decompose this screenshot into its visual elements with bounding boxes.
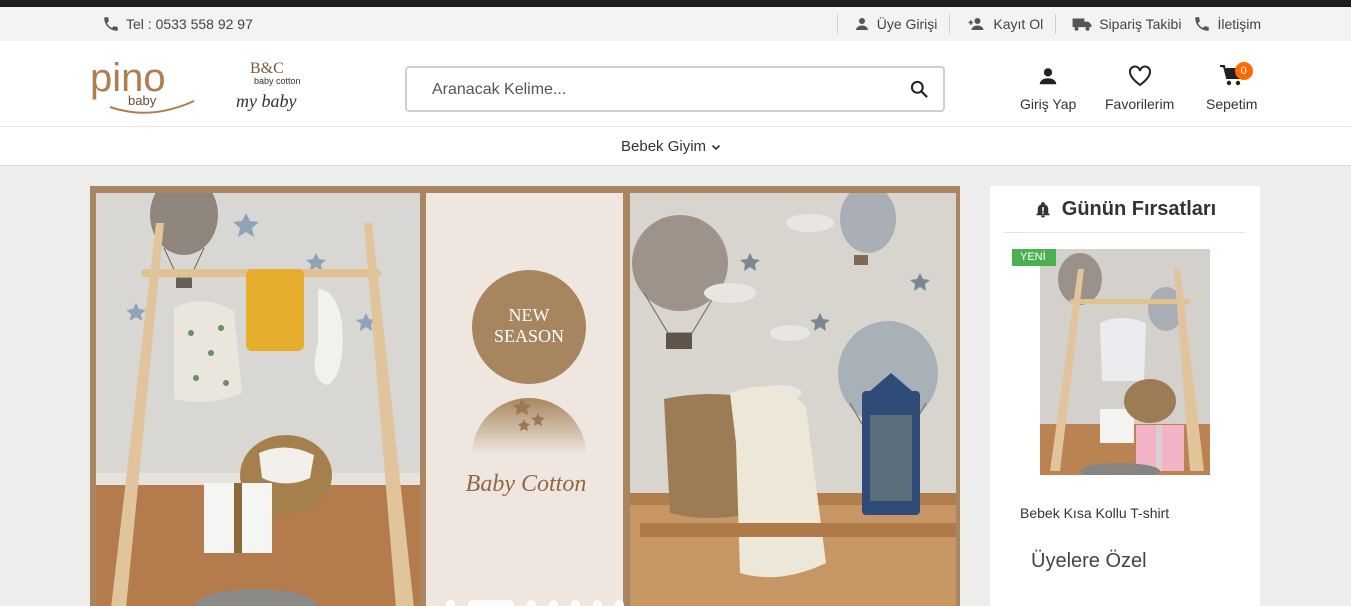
- slider-dot[interactable]: [446, 600, 455, 606]
- top-dark-strip: [0, 0, 1351, 7]
- slider-dot[interactable]: [571, 600, 580, 606]
- contact-label: İletişim: [1217, 16, 1261, 32]
- pino-logo-sub: baby: [128, 93, 157, 108]
- search-input[interactable]: [432, 78, 892, 102]
- user-icon: [855, 18, 868, 30]
- member-login-label: Üye Girişi: [876, 16, 938, 32]
- slide-photo-clothes-rack: [96, 193, 420, 606]
- phone-text: Tel : 0533 558 92 97: [126, 16, 253, 32]
- order-tracking-link[interactable]: Sipariş Takibi: [1055, 14, 1181, 34]
- new-badge: YENİ: [1012, 249, 1056, 266]
- slider-dot[interactable]: [549, 600, 558, 606]
- user-plus-icon: [968, 18, 984, 30]
- slider-dot[interactable]: [593, 600, 602, 606]
- slide-new-season: NEW SEASON Baby Cotton: [426, 193, 623, 606]
- truck-icon: [1072, 18, 1092, 31]
- slider-dot-active[interactable]: [468, 600, 514, 606]
- member-login-link[interactable]: Üye Girişi: [836, 14, 938, 34]
- slider-dots: [446, 600, 637, 606]
- phone-icon: [1195, 17, 1210, 31]
- product-name-link[interactable]: Bebek Kısa Kollu T-shirt: [1020, 505, 1169, 521]
- slider-dot[interactable]: [527, 600, 536, 606]
- search-box: [405, 66, 945, 112]
- baby-cotton-script: Baby Cotton: [466, 471, 587, 497]
- cart-count-badge: 0: [1234, 62, 1253, 80]
- bc-logo-tag: my baby: [236, 91, 296, 111]
- members-only-label: Üyelere Özel: [1031, 550, 1147, 572]
- slider-dot[interactable]: [615, 600, 624, 606]
- phone-icon: [104, 17, 118, 31]
- contact-link[interactable]: İletişim: [1193, 14, 1261, 34]
- daily-deals-text: Günün Fırsatları: [1061, 198, 1217, 220]
- daily-deals-title: Günün Fırsatları: [990, 198, 1260, 221]
- favorites-label: Favorilerim: [1105, 96, 1175, 112]
- cart-button[interactable]: 0 Sepetim: [1206, 62, 1258, 112]
- phone-contact[interactable]: Tel : 0533 558 92 97: [102, 15, 253, 33]
- pino-baby-logo[interactable]: pino baby: [90, 55, 214, 115]
- main-nav: Bebek Giyim: [0, 126, 1351, 166]
- slide-photo-basket-lantern: [630, 193, 956, 606]
- site-header: pino baby B&C baby cotton my baby Giriş …: [0, 41, 1351, 126]
- divider: [1004, 232, 1245, 233]
- cart-label: Sepetim: [1206, 96, 1258, 112]
- favorites-button[interactable]: Favorilerim: [1105, 65, 1174, 112]
- heart-icon: [1128, 65, 1151, 87]
- top-bar: Tel : 0533 558 92 97 Üye Girişi Kayıt Ol…: [0, 7, 1351, 41]
- nav-item-label: Bebek Giyim: [621, 138, 707, 155]
- bc-baby-cotton-logo[interactable]: B&C baby cotton my baby: [234, 55, 312, 115]
- hero-slider[interactable]: NEW SEASON Baby Cotton: [90, 186, 960, 606]
- register-label: Kayıt Ol: [993, 16, 1044, 32]
- new-season-line1: NEW: [509, 305, 550, 325]
- bc-logo-sub: baby cotton: [254, 76, 301, 86]
- search-icon[interactable]: [909, 79, 929, 99]
- order-tracking-label: Sipariş Takibi: [1099, 16, 1182, 32]
- bell-icon: [1036, 201, 1050, 217]
- login-button[interactable]: Giriş Yap: [1020, 65, 1076, 112]
- daily-deals-panel: Günün Fırsatları YENİ Bebek Kısa Kollu T…: [990, 186, 1260, 606]
- nav-item-bebek-giyim[interactable]: Bebek Giyim: [621, 138, 722, 155]
- bc-logo-text: B&C: [250, 60, 284, 77]
- user-icon: [1039, 68, 1057, 85]
- login-label: Giriş Yap: [1020, 96, 1077, 112]
- new-season-line2: SEASON: [494, 326, 564, 346]
- register-link[interactable]: Kayıt Ol: [949, 14, 1043, 34]
- product-image[interactable]: [1040, 249, 1210, 475]
- top-links: Üye Girişi Kayıt Ol Sipariş Takibi İleti…: [836, 14, 1261, 34]
- chevron-down-icon: [711, 144, 721, 150]
